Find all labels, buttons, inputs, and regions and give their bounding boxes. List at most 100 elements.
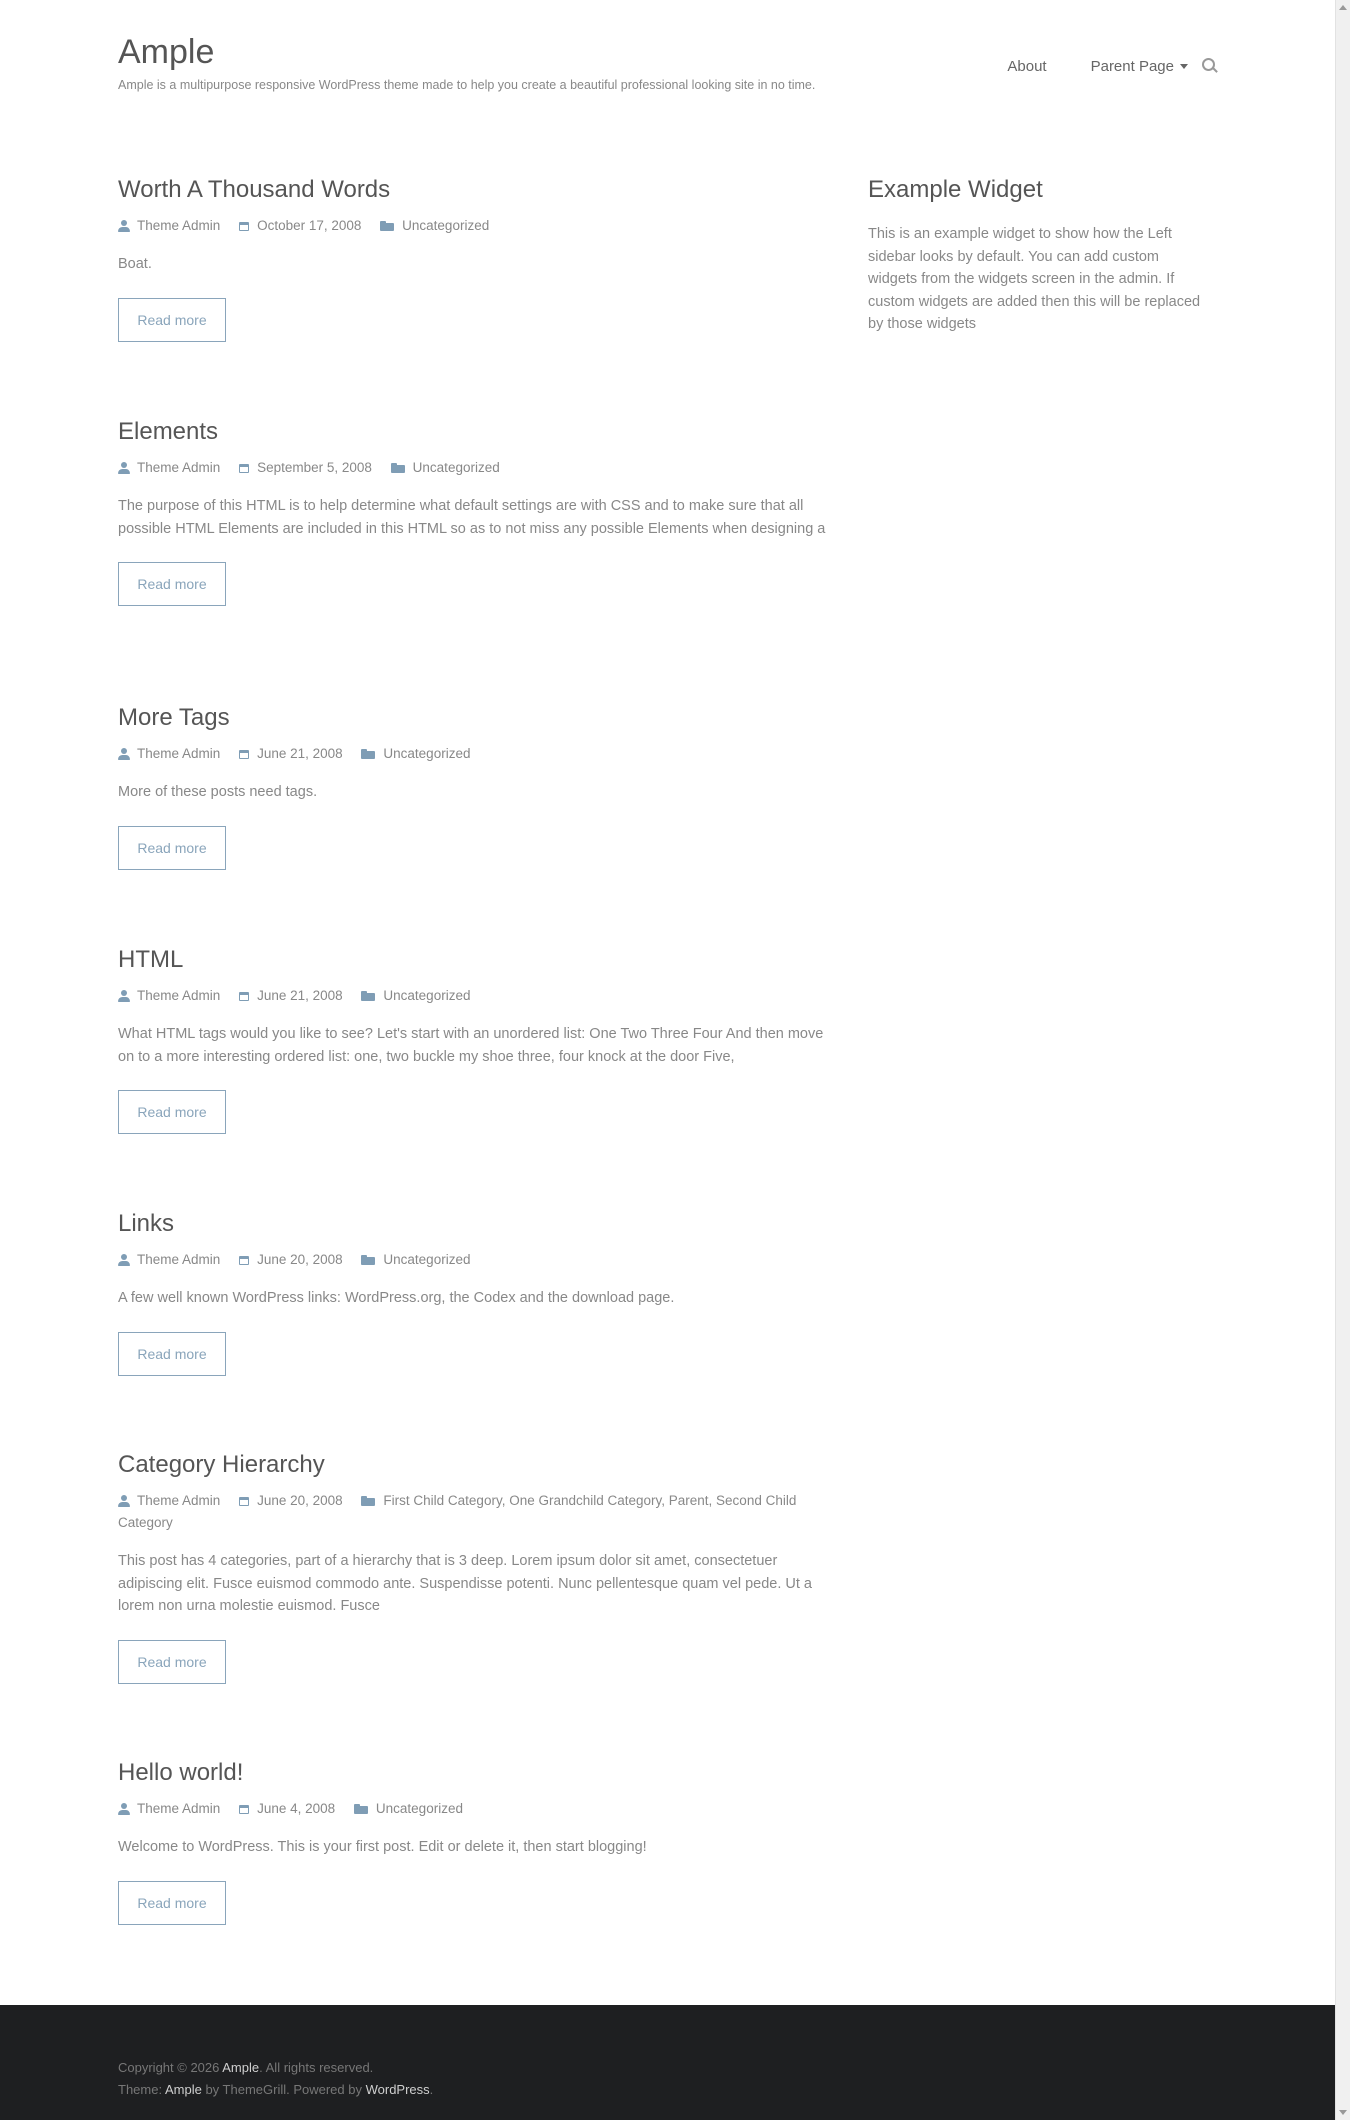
calendar-icon (239, 991, 250, 1001)
read-more-button[interactable]: Read more (118, 1880, 226, 1925)
post-author-name: Theme Admin (137, 1801, 221, 1816)
caret-down-icon (1180, 63, 1188, 69)
nav-item-parent-page[interactable]: Parent Page (1091, 58, 1188, 75)
read-more-button[interactable]: Read more (118, 1090, 226, 1134)
main-navigation: About Parent Page (963, 54, 1218, 78)
post-author[interactable]: Theme Admin (118, 743, 220, 765)
post-date-text: October 17, 2008 (257, 218, 362, 233)
post-title[interactable]: Hello world! (118, 1758, 828, 1788)
post-categories[interactable]: Uncategorized (361, 985, 470, 1007)
post-item: Links Theme Admin June 20, 2008 Uncatego… (118, 1209, 828, 1376)
post-author-name: Theme Admin (137, 218, 221, 233)
read-more-button[interactable]: Read more (118, 297, 226, 342)
nav-item-label: About (1007, 57, 1047, 75)
post-categories[interactable]: Uncategorized (361, 743, 470, 765)
folder-icon (361, 1255, 376, 1265)
user-icon (118, 990, 130, 1002)
read-more-button[interactable]: Read more (118, 1639, 226, 1684)
post-item: Worth A Thousand Words Theme Admin Octob… (118, 175, 828, 342)
post-categories-text: Uncategorized (375, 1801, 463, 1816)
post-author[interactable]: Theme Admin (118, 985, 220, 1007)
scrollbar[interactable] (1335, 0, 1350, 2120)
site-footer: Copyright © 2026 Ample. All rights reser… (0, 2005, 1335, 2120)
post-author-name: Theme Admin (137, 1252, 221, 1267)
post-meta: Theme Admin June 4, 2008 Uncategorized (118, 1798, 828, 1820)
footer-info: Copyright © 2026 Ample. All rights reser… (118, 2057, 433, 2101)
post-categories[interactable]: Uncategorized (380, 215, 489, 237)
post-date-text: September 5, 2008 (257, 460, 372, 475)
post-title[interactable]: More Tags (118, 703, 828, 733)
post-title[interactable]: HTML (118, 945, 828, 975)
user-icon (118, 748, 130, 760)
post-date[interactable]: June 21, 2008 (239, 743, 343, 765)
sidebar: Example Widget This is an example widget… (868, 175, 1208, 336)
post-meta: Theme Admin June 20, 2008 Uncategorized (118, 1249, 828, 1271)
site-header: Ample Ample is a multipurpose responsive… (118, 30, 1218, 110)
read-more-button[interactable]: Read more (118, 1331, 226, 1376)
post-categories-text: Uncategorized (412, 460, 500, 475)
widget-title: Example Widget (868, 176, 1043, 203)
footer-copyright: Copyright © 2026 Ample. All rights reser… (118, 2057, 433, 2079)
post-author[interactable]: Theme Admin (118, 457, 220, 479)
folder-icon (353, 1804, 368, 1814)
post-author-name: Theme Admin (137, 746, 221, 761)
calendar-icon (239, 463, 250, 473)
post-categories[interactable]: Uncategorized (353, 1798, 463, 1820)
folder-icon (380, 221, 395, 231)
post-excerpt: More of these posts need tags. (118, 784, 318, 800)
theme-credit-text: by ThemeGrill. Powered by (201, 2082, 366, 2097)
post-author[interactable]: Theme Admin (118, 1249, 220, 1271)
post-excerpt: The purpose of this HTML is to help dete… (118, 498, 826, 537)
calendar-icon (239, 1496, 250, 1506)
post-date-text: June 21, 2008 (257, 746, 343, 761)
read-more-button[interactable]: Read more (118, 562, 226, 606)
post-date-text: June 20, 2008 (257, 1493, 343, 1508)
scroll-up-arrow-icon[interactable] (1339, 5, 1347, 10)
post-date[interactable]: September 5, 2008 (239, 457, 372, 479)
post-author[interactable]: Theme Admin (118, 1798, 220, 1820)
footer-theme-link[interactable]: Ample (165, 2082, 202, 2097)
post-excerpt: What HTML tags would you like to see? Le… (118, 1026, 824, 1065)
nav-item-label: Parent Page (1090, 57, 1174, 75)
folder-icon (390, 463, 405, 473)
footer-wordpress-link[interactable]: WordPress (366, 2082, 430, 2097)
search-icon[interactable] (1202, 58, 1218, 74)
post-title[interactable]: Category Hierarchy (118, 1450, 828, 1480)
post-categories-text: Uncategorized (383, 746, 471, 761)
post-date[interactable]: June 21, 2008 (239, 985, 343, 1007)
post-title[interactable]: Links (118, 1209, 828, 1239)
post-title[interactable]: Elements (118, 417, 828, 447)
post-date[interactable]: June 20, 2008 (239, 1490, 343, 1512)
post-excerpt: Boat. (118, 256, 152, 272)
post-date-text: June 20, 2008 (257, 1252, 343, 1267)
copyright-text: Copyright © 2026 (118, 2060, 223, 2075)
nav-item-about[interactable]: About (1007, 58, 1046, 75)
scroll-down-arrow-icon[interactable] (1339, 2110, 1347, 2115)
calendar-icon (239, 1804, 250, 1814)
post-author[interactable]: Theme Admin (118, 215, 220, 237)
post-categories[interactable]: Uncategorized (390, 457, 500, 479)
post-date[interactable]: June 20, 2008 (239, 1249, 343, 1271)
post-author-name: Theme Admin (137, 460, 221, 475)
site-title[interactable]: Ample (118, 30, 214, 74)
post-date[interactable]: October 17, 2008 (239, 215, 361, 237)
post-date-text: June 4, 2008 (257, 1801, 336, 1816)
user-icon (118, 220, 130, 232)
site-tagline: Ample is a multipurpose responsive WordP… (118, 78, 816, 92)
post-item: Hello world! Theme Admin June 4, 2008 Un… (118, 1758, 828, 1925)
widget-text: This is an example widget to show how th… (868, 226, 1201, 332)
footer-site-link[interactable]: Ample (222, 2060, 259, 2075)
post-title[interactable]: Worth A Thousand Words (118, 175, 828, 205)
folder-icon (361, 991, 376, 1001)
post-author-name: Theme Admin (137, 988, 221, 1003)
post-categories-text: Uncategorized (383, 988, 471, 1003)
post-author[interactable]: Theme Admin (118, 1490, 220, 1512)
copyright-suffix: . All rights reserved. (259, 2060, 374, 2075)
post-categories-text: Uncategorized (383, 1252, 471, 1267)
read-more-button[interactable]: Read more (118, 825, 226, 870)
post-meta: Theme Admin June 20, 2008 First Child Ca… (118, 1490, 828, 1534)
post-categories-text: Uncategorized (402, 218, 490, 233)
post-date[interactable]: June 4, 2008 (239, 1798, 335, 1820)
post-categories[interactable]: Uncategorized (361, 1249, 470, 1271)
post-meta: Theme Admin September 5, 2008 Uncategori… (118, 457, 828, 479)
